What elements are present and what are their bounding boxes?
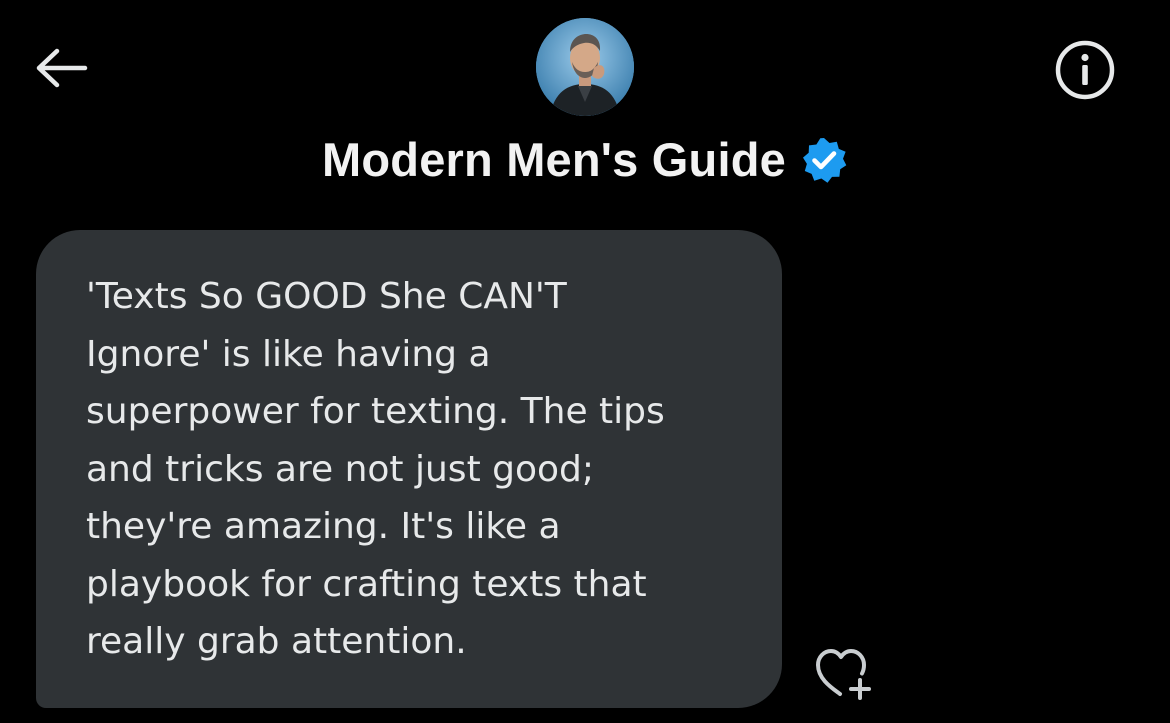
verified-badge-icon [800,136,848,184]
arrow-left-icon [36,48,88,88]
message-text: 'Texts So GOOD She CAN'T Ignore' is like… [86,276,665,662]
info-button[interactable] [1052,38,1118,102]
add-reaction-button[interactable] [808,644,878,700]
back-button[interactable] [28,38,94,98]
conversation-header[interactable]: Modern Men's Guide [0,132,1170,187]
avatar[interactable] [536,18,634,116]
heart-plus-icon [816,649,871,700]
info-circle-icon [1055,40,1115,100]
profile-photo [536,18,634,116]
message-bubble[interactable]: 'Texts So GOOD She CAN'T Ignore' is like… [36,230,782,708]
contact-name[interactable]: Modern Men's Guide [322,132,786,187]
